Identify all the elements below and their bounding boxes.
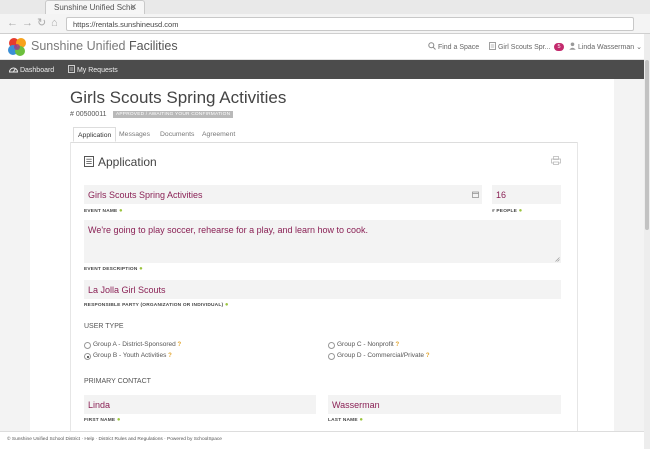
page-footer: © Sunshine Unified School District · Hel…	[0, 431, 644, 449]
last-name-value: Wasserman	[332, 400, 380, 410]
requests-icon	[68, 65, 75, 73]
last-name-input[interactable]: Wasserman	[328, 395, 561, 414]
browser-address-bar: ← → ↻ ⌂ https://rentals.sunshineusd.com	[0, 14, 650, 34]
section-title: Application	[98, 155, 157, 169]
event-description-label-text: EVENT DESCRIPTION	[84, 267, 138, 272]
radio-group-d[interactable]	[328, 353, 335, 360]
forward-icon[interactable]: →	[22, 17, 33, 29]
event-description-label: EVENT DESCRIPTION ●	[84, 266, 143, 272]
primary-contact-heading: PRIMARY CONTACT	[84, 378, 151, 385]
people-count-label: # PEOPLE ●	[492, 208, 522, 214]
find-space-label: Find a Space	[437, 44, 480, 51]
group-a-label: Group A - District-Sponsored ?	[93, 341, 181, 348]
find-space-link[interactable]: Find a Space	[428, 42, 479, 51]
status-badge: APPROVED / AWAITING YOUR CONFIRMATION	[113, 111, 234, 118]
current-request-label: Girl Scouts Spr...	[497, 44, 551, 51]
required-marker: ●	[119, 208, 123, 214]
current-request-link[interactable]: Girl Scouts Spr... 5	[489, 42, 564, 51]
main-nav: Dashboard My Requests	[0, 60, 644, 79]
help-icon[interactable]: ?	[178, 342, 182, 348]
required-marker: ●	[139, 266, 143, 272]
required-marker: ●	[224, 302, 229, 308]
help-icon[interactable]: ?	[426, 353, 430, 359]
page-title: Girls Scouts Spring Activities	[70, 88, 287, 107]
last-name-label: LAST NAME ●	[328, 417, 363, 423]
group-c-label: Group C - Nonprofit ?	[337, 341, 399, 348]
nav-my-requests[interactable]: My Requests	[68, 65, 118, 74]
event-name-label-text: EVENT NAME	[84, 209, 118, 214]
radio-group-b[interactable]	[84, 353, 91, 360]
browser-tab-title: Sunshine Unified Scho	[54, 3, 135, 12]
first-name-value: Linda	[88, 400, 111, 410]
event-name-input[interactable]: Girls Scouts Spring Activities	[84, 185, 482, 204]
help-icon[interactable]: ?	[168, 353, 172, 359]
group-a-label-text: Group A - District-Sponsored	[93, 341, 176, 348]
browser-tabbar: Sunshine Unified Scho ✕	[0, 0, 650, 14]
browser-tab[interactable]: Sunshine Unified Scho ✕	[45, 0, 145, 14]
user-name: Linda Wasserman	[577, 44, 635, 51]
user-type-heading: USER TYPE	[84, 323, 124, 330]
responsible-party-label-text: RESPONSIBLE PARTY (ORGANIZATION OR INDIV…	[84, 303, 224, 308]
group-c-label-text: Group C - Nonprofit	[337, 341, 394, 348]
group-b-label-text: Group B - Youth Activities	[93, 352, 167, 359]
sunshine-logo-icon[interactable]	[6, 36, 28, 58]
user-icon	[569, 42, 576, 50]
brand-name[interactable]: Sunshine Unified Facilities	[31, 39, 178, 53]
last-name-label-text: LAST NAME	[328, 418, 358, 423]
page-scrollbar-thumb[interactable]	[645, 60, 649, 230]
calendar-icon[interactable]	[472, 191, 479, 198]
event-name-value: Girls Scouts Spring Activities	[88, 190, 203, 200]
responsible-party-label: RESPONSIBLE PARTY (ORGANIZATION OR INDIV…	[84, 302, 229, 308]
url-input[interactable]: https://rentals.sunshineusd.com	[66, 17, 634, 31]
request-number: # 00500011	[70, 111, 107, 118]
required-marker: ●	[116, 417, 121, 423]
nav-my-requests-label: My Requests	[76, 67, 118, 74]
back-icon[interactable]: ←	[7, 17, 18, 29]
first-name-label-text: FIRST NAME	[84, 418, 116, 423]
home-icon[interactable]: ⌂	[51, 17, 58, 29]
application-form-icon	[84, 156, 94, 167]
nav-dashboard-label: Dashboard	[19, 67, 55, 74]
first-name-label: FIRST NAME ●	[84, 417, 121, 423]
tab-documents[interactable]: Documents	[156, 127, 198, 142]
document-icon	[489, 42, 496, 50]
radio-group-a[interactable]	[84, 342, 91, 349]
user-menu[interactable]: Linda Wasserman ⌄	[569, 42, 642, 51]
tab-messages[interactable]: Messages	[115, 127, 154, 142]
people-count-label-text: # PEOPLE	[492, 209, 518, 214]
radio-group-c[interactable]	[328, 342, 335, 349]
nav-dashboard[interactable]: Dashboard	[8, 65, 55, 74]
first-name-input[interactable]: Linda	[84, 395, 316, 414]
event-description-textarea[interactable]: We're going to play soccer, rehearse for…	[84, 220, 561, 263]
group-b-label: Group B - Youth Activities ?	[93, 352, 172, 359]
reload-icon[interactable]: ↻	[37, 17, 46, 29]
search-icon	[428, 42, 436, 50]
tab-close-icon[interactable]: ✕	[129, 2, 137, 13]
print-icon[interactable]	[551, 156, 561, 165]
responsible-party-input[interactable]: La Jolla Girl Scouts	[84, 280, 561, 299]
brand-light: Sunshine Unified	[31, 39, 126, 53]
tab-application[interactable]: Application	[73, 127, 117, 142]
event-name-label: EVENT NAME ●	[84, 208, 123, 214]
people-count-input[interactable]: 16	[492, 185, 561, 204]
app-header: Sunshine Unified Facilities Find a Space…	[0, 34, 644, 60]
people-count-value: 16	[496, 190, 507, 200]
event-description-value: We're going to play soccer, rehearse for…	[88, 225, 369, 235]
required-marker: ●	[518, 208, 523, 214]
resize-handle-icon[interactable]	[555, 257, 560, 262]
tab-agreement[interactable]: Agreement	[198, 127, 239, 142]
chevron-down-icon: ⌄	[636, 44, 642, 51]
required-marker: ●	[359, 417, 364, 423]
group-d-label: Group D - Commercial/Private ?	[337, 352, 430, 359]
brand-bold: Facilities	[129, 39, 178, 53]
request-count-badge: 5	[554, 43, 564, 51]
help-icon[interactable]: ?	[396, 342, 400, 348]
responsible-party-value: La Jolla Girl Scouts	[88, 285, 166, 295]
group-d-label-text: Group D - Commercial/Private	[337, 352, 425, 359]
dashboard-icon	[8, 67, 19, 73]
